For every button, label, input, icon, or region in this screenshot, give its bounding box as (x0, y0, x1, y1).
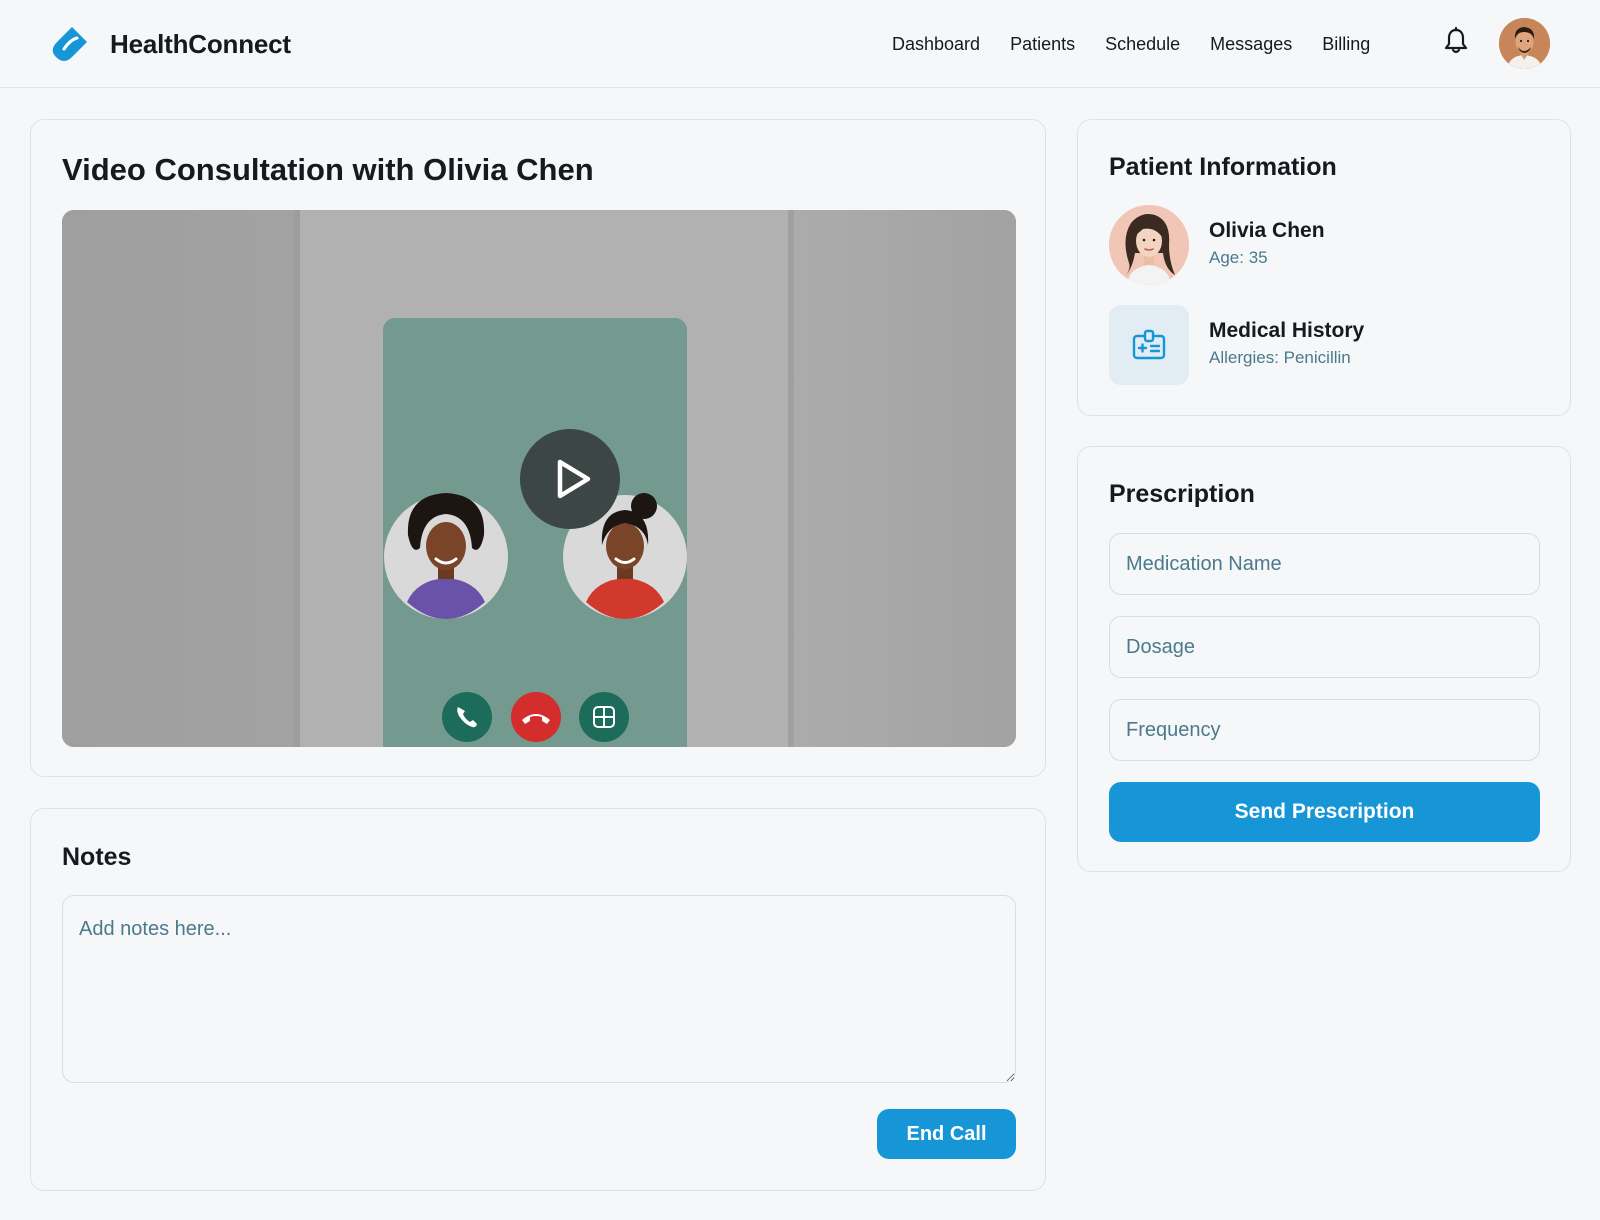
nav-patients[interactable]: Patients (1010, 30, 1075, 58)
end-call-button[interactable]: End Call (877, 1109, 1016, 1159)
send-prescription-button[interactable]: Send Prescription (1109, 782, 1540, 842)
nav-dashboard[interactable]: Dashboard (892, 30, 980, 58)
patient-portrait-icon (1109, 205, 1189, 285)
frequency-input[interactable] (1109, 699, 1540, 761)
gallery-icon (579, 692, 629, 742)
medication-name-input[interactable] (1109, 533, 1540, 595)
app-name: HealthConnect (110, 28, 291, 59)
nav-schedule[interactable]: Schedule (1105, 30, 1180, 58)
phone-icon (442, 692, 492, 742)
dosage-input[interactable] (1109, 616, 1540, 678)
brand[interactable]: HealthConnect (50, 24, 291, 64)
user-avatar[interactable] (1499, 18, 1550, 69)
notes-textarea[interactable] (62, 895, 1016, 1083)
medical-history-title: Medical History (1209, 319, 1365, 342)
video-consultation-card: Video Consultation with Olivia Chen (30, 119, 1046, 777)
pill-drop-icon (52, 27, 87, 61)
play-button[interactable] (520, 429, 620, 529)
patient-info-title: Patient Information (1109, 153, 1337, 181)
main-nav: Dashboard Patients Schedule Messages Bil… (892, 30, 1400, 58)
patient-avatar (1109, 205, 1189, 285)
nav-messages[interactable]: Messages (1210, 30, 1292, 58)
medical-id-icon (1132, 329, 1166, 360)
hang-up-icon (511, 692, 561, 742)
patient-name: Olivia Chen (1209, 219, 1325, 242)
video-player[interactable] (62, 210, 1016, 747)
doctor-avatar-icon (1499, 18, 1550, 69)
medical-history-detail: Allergies: Penicillin (1209, 348, 1351, 367)
prescription-card: Prescription Send Prescription (1077, 446, 1571, 872)
top-navbar: HealthConnect Dashboard Patients Schedul… (0, 0, 1600, 88)
notes-card: Notes End Call (30, 808, 1046, 1191)
notes-title: Notes (62, 843, 132, 871)
medical-history-tile (1109, 305, 1189, 385)
patient-info-card: Patient Information Olivia Chen Age: 35 … (1077, 119, 1571, 416)
prescription-title: Prescription (1109, 480, 1255, 508)
patient-age: Age: 35 (1209, 248, 1268, 267)
video-title: Video Consultation with Olivia Chen (62, 152, 594, 187)
nav-billing[interactable]: Billing (1322, 30, 1370, 58)
play-icon (557, 459, 591, 499)
bell-icon[interactable] (1443, 27, 1469, 55)
